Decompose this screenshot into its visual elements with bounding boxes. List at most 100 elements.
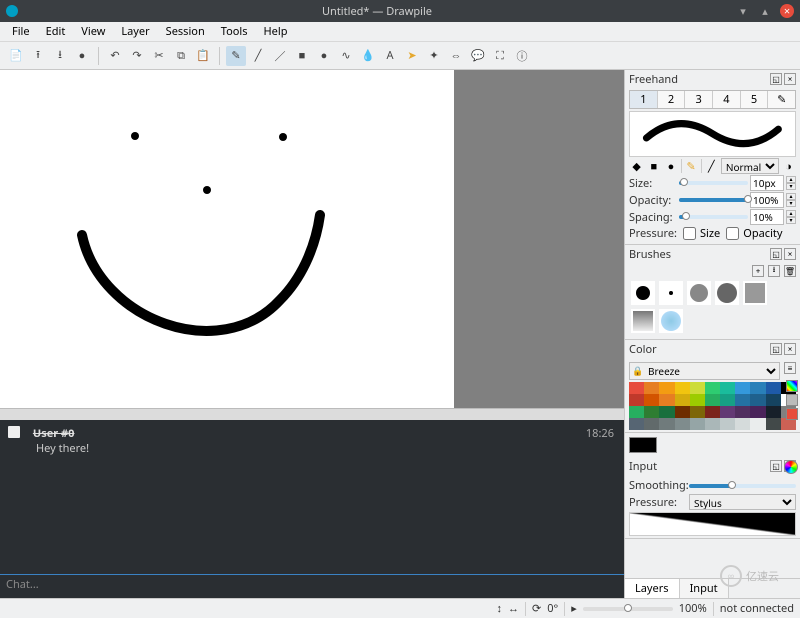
add-brush-button[interactable]: + [752,265,764,277]
horizontal-scrollbar[interactable] [0,408,624,420]
brush-preset[interactable] [659,309,683,333]
freehand-tool-button[interactable]: ✎ [226,46,246,66]
preset-tab-3[interactable]: 3 [685,91,713,108]
zoom-reset-icon[interactable]: ▸ [571,601,577,616]
inspector-tool-button[interactable]: ⓘ [512,46,532,66]
color-swatch[interactable] [644,382,659,394]
panel-close-button[interactable]: × [784,248,796,260]
laser-tool-button[interactable]: ✦ [424,46,444,66]
color-swatch[interactable] [644,418,659,430]
brush-preset[interactable] [631,281,655,305]
zoom-tool-button[interactable]: ⛶ [490,46,510,66]
color-swatch[interactable] [629,394,644,406]
color-swatch[interactable] [750,394,765,406]
size-value[interactable]: 10px [750,175,784,191]
pressure-curve[interactable] [629,512,796,536]
color-swatch[interactable] [659,394,674,406]
brush-preset[interactable] [743,281,767,305]
save-doc-button[interactable]: ⭳ [50,46,70,66]
color-swatch[interactable] [766,418,781,430]
menu-file[interactable]: File [4,22,38,41]
panel-undock-button[interactable]: ◱ [770,248,782,260]
color-swatch[interactable] [659,406,674,418]
paste-button[interactable]: 📋 [193,46,213,66]
cut-button[interactable]: ✂ [149,46,169,66]
flip-h-icon[interactable]: ↕ [496,601,502,616]
panel-undock-button[interactable]: ◱ [770,343,782,355]
color-swatch[interactable] [766,406,781,418]
color-swatch[interactable] [675,394,690,406]
redo-button[interactable]: ↷ [127,46,147,66]
pixel-brush-icon[interactable]: ◆ [629,158,644,174]
spacing-slider[interactable] [679,215,748,219]
fill-tool-button[interactable]: 💧 [358,46,378,66]
canvas[interactable] [0,70,454,408]
pressure-opacity-checkbox[interactable] [726,227,739,240]
zoom-slider[interactable] [583,607,673,611]
save-brush-button[interactable]: ⭳ [768,265,780,277]
preset-tab-edit[interactable]: ✎ [768,91,795,108]
text-tool-button[interactable]: A [380,46,400,66]
rotate-icon[interactable]: ⟳ [532,601,541,616]
preserve-alpha-icon[interactable]: ◑ [781,158,796,174]
blend-mode-select[interactable]: Normal [721,158,779,174]
panel-undock-button[interactable]: ◱ [770,460,782,472]
color-swatch[interactable] [659,382,674,394]
brush-preset[interactable] [687,281,711,305]
size-slider[interactable] [679,181,748,185]
direct-mode-icon[interactable]: ✎ [684,158,699,174]
color-swatch[interactable] [629,382,644,394]
soft-brush-icon[interactable]: ● [663,158,678,174]
brush-preset[interactable] [659,281,683,305]
color-swatch[interactable] [705,394,720,406]
opacity-slider[interactable] [679,198,748,202]
color-swatch[interactable] [735,418,750,430]
bezier-tool-button[interactable]: ∿ [336,46,356,66]
color-swatch[interactable] [675,406,690,418]
color-swatch[interactable] [705,406,720,418]
color-swatch[interactable] [766,382,781,394]
opacity-value[interactable]: 100% [750,192,784,208]
color-swatch-button[interactable] [786,408,798,420]
selection-tool-button[interactable]: ⇔ [446,46,466,66]
color-swatch[interactable] [720,418,735,430]
palette-select[interactable]: Breeze [629,362,780,380]
line-tool-button[interactable]: ／ [270,46,290,66]
menu-layer[interactable]: Layer [113,22,157,41]
preset-tab-2[interactable]: 2 [658,91,686,108]
smoothing-slider[interactable] [689,484,796,488]
annotation-tool-button[interactable]: 💬 [468,46,488,66]
color-swatch[interactable] [644,394,659,406]
panel-undock-button[interactable]: ◱ [770,73,782,85]
panel-close-button[interactable]: × [784,343,796,355]
pressure-size-checkbox[interactable] [683,227,696,240]
eraser-tool-button[interactable]: ╱ [248,46,268,66]
menu-help[interactable]: Help [256,22,296,41]
color-swatch[interactable] [690,394,705,406]
pressure-mode-select[interactable]: Stylus [689,494,796,510]
current-color-swatch[interactable] [629,437,657,453]
color-swatch[interactable] [675,382,690,394]
ellipse-tool-button[interactable]: ● [314,46,334,66]
color-swatch[interactable] [690,382,705,394]
panel-close-button[interactable]: × [784,73,796,85]
preset-tab-1[interactable]: 1 [630,91,658,108]
color-swatch[interactable] [750,406,765,418]
preset-tab-5[interactable]: 5 [741,91,769,108]
color-swatch[interactable] [629,406,644,418]
color-swatch[interactable] [735,394,750,406]
color-swatch[interactable] [750,418,765,430]
color-swatch[interactable] [705,382,720,394]
menu-view[interactable]: View [73,22,113,41]
size-down-button[interactable]: ▾ [786,183,796,190]
color-wheel-button[interactable] [784,460,798,474]
menu-edit[interactable]: Edit [38,22,74,41]
new-doc-button[interactable]: 📄 [6,46,26,66]
color-spectrum-button[interactable] [786,380,798,392]
brush-preset[interactable] [715,281,739,305]
color-swatch[interactable] [690,406,705,418]
color-swatch[interactable] [720,406,735,418]
color-swatch[interactable] [629,418,644,430]
color-swatch[interactable] [720,394,735,406]
palette-menu-button[interactable]: ≡ [784,362,796,374]
